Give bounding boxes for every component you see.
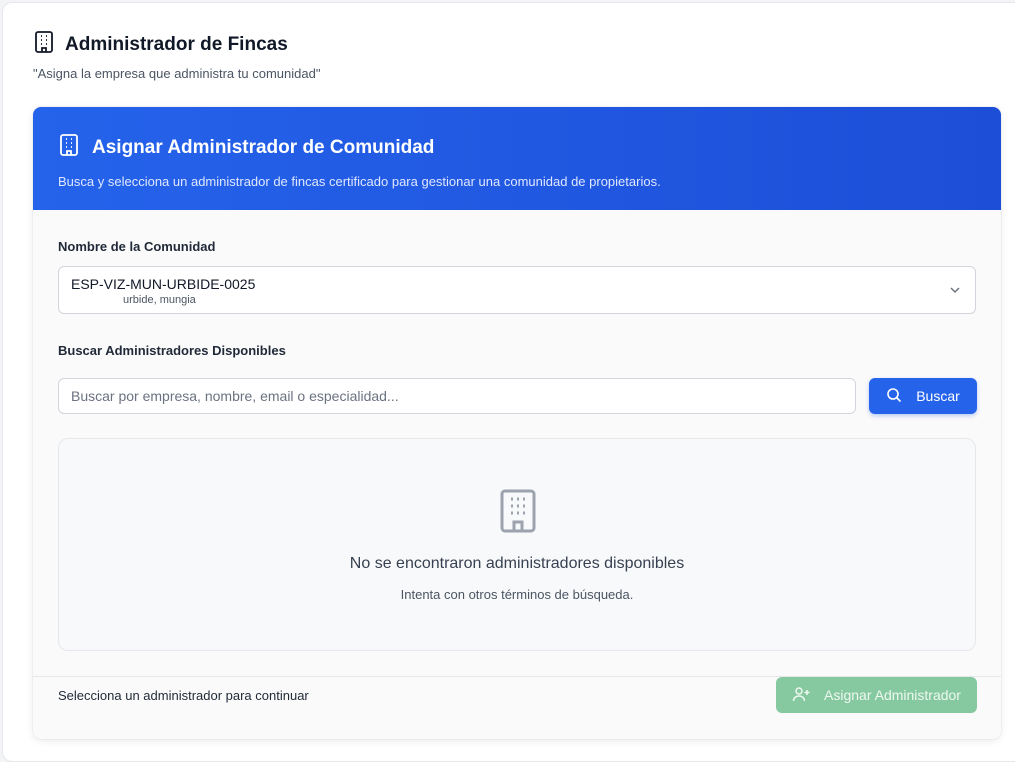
page-subtitle: "Asigna la empresa que administra tu com…	[33, 66, 321, 81]
building-icon	[58, 133, 80, 162]
building-icon	[499, 489, 537, 538]
page-container: Administrador de Fincas "Asigna la empre…	[2, 2, 1015, 762]
page-title: Administrador de Fincas	[65, 33, 288, 55]
empty-state: No se encontraron administradores dispon…	[58, 438, 976, 651]
community-select[interactable]: ESP-VIZ-MUN-URBIDE-0025 urbide, mungia	[58, 266, 976, 314]
community-label: Nombre de la Comunidad	[58, 239, 216, 254]
community-selected-value: ESP-VIZ-MUN-URBIDE-0025	[71, 276, 256, 292]
search-label: Buscar Administradores Disponibles	[58, 343, 286, 358]
search-icon	[886, 387, 902, 406]
card-title: Asignar Administrador de Comunidad	[92, 136, 435, 158]
card-header: Asignar Administrador de Comunidad Busca…	[33, 107, 1001, 210]
user-plus-icon	[792, 686, 810, 705]
search-button-label: Buscar	[916, 388, 960, 404]
search-input[interactable]	[58, 378, 856, 414]
assign-admin-button[interactable]: Asignar Administrador	[776, 677, 977, 713]
chevron-down-icon	[947, 282, 963, 303]
footer-hint: Selecciona un administrador para continu…	[58, 688, 309, 703]
community-selected-detail: urbide, mungia	[123, 294, 196, 306]
search-button[interactable]: Buscar	[869, 378, 977, 414]
empty-state-title: No se encontraron administradores dispon…	[349, 555, 685, 572]
assign-admin-label: Asignar Administrador	[824, 687, 961, 703]
building-icon	[33, 30, 55, 59]
assign-admin-card: Asignar Administrador de Comunidad Busca…	[33, 107, 1001, 739]
card-description: Busca y selecciona un administrador de f…	[58, 174, 661, 189]
empty-state-subtitle: Intenta con otros términos de búsqueda.	[400, 587, 634, 602]
page-header: Administrador de Fincas	[33, 30, 288, 59]
